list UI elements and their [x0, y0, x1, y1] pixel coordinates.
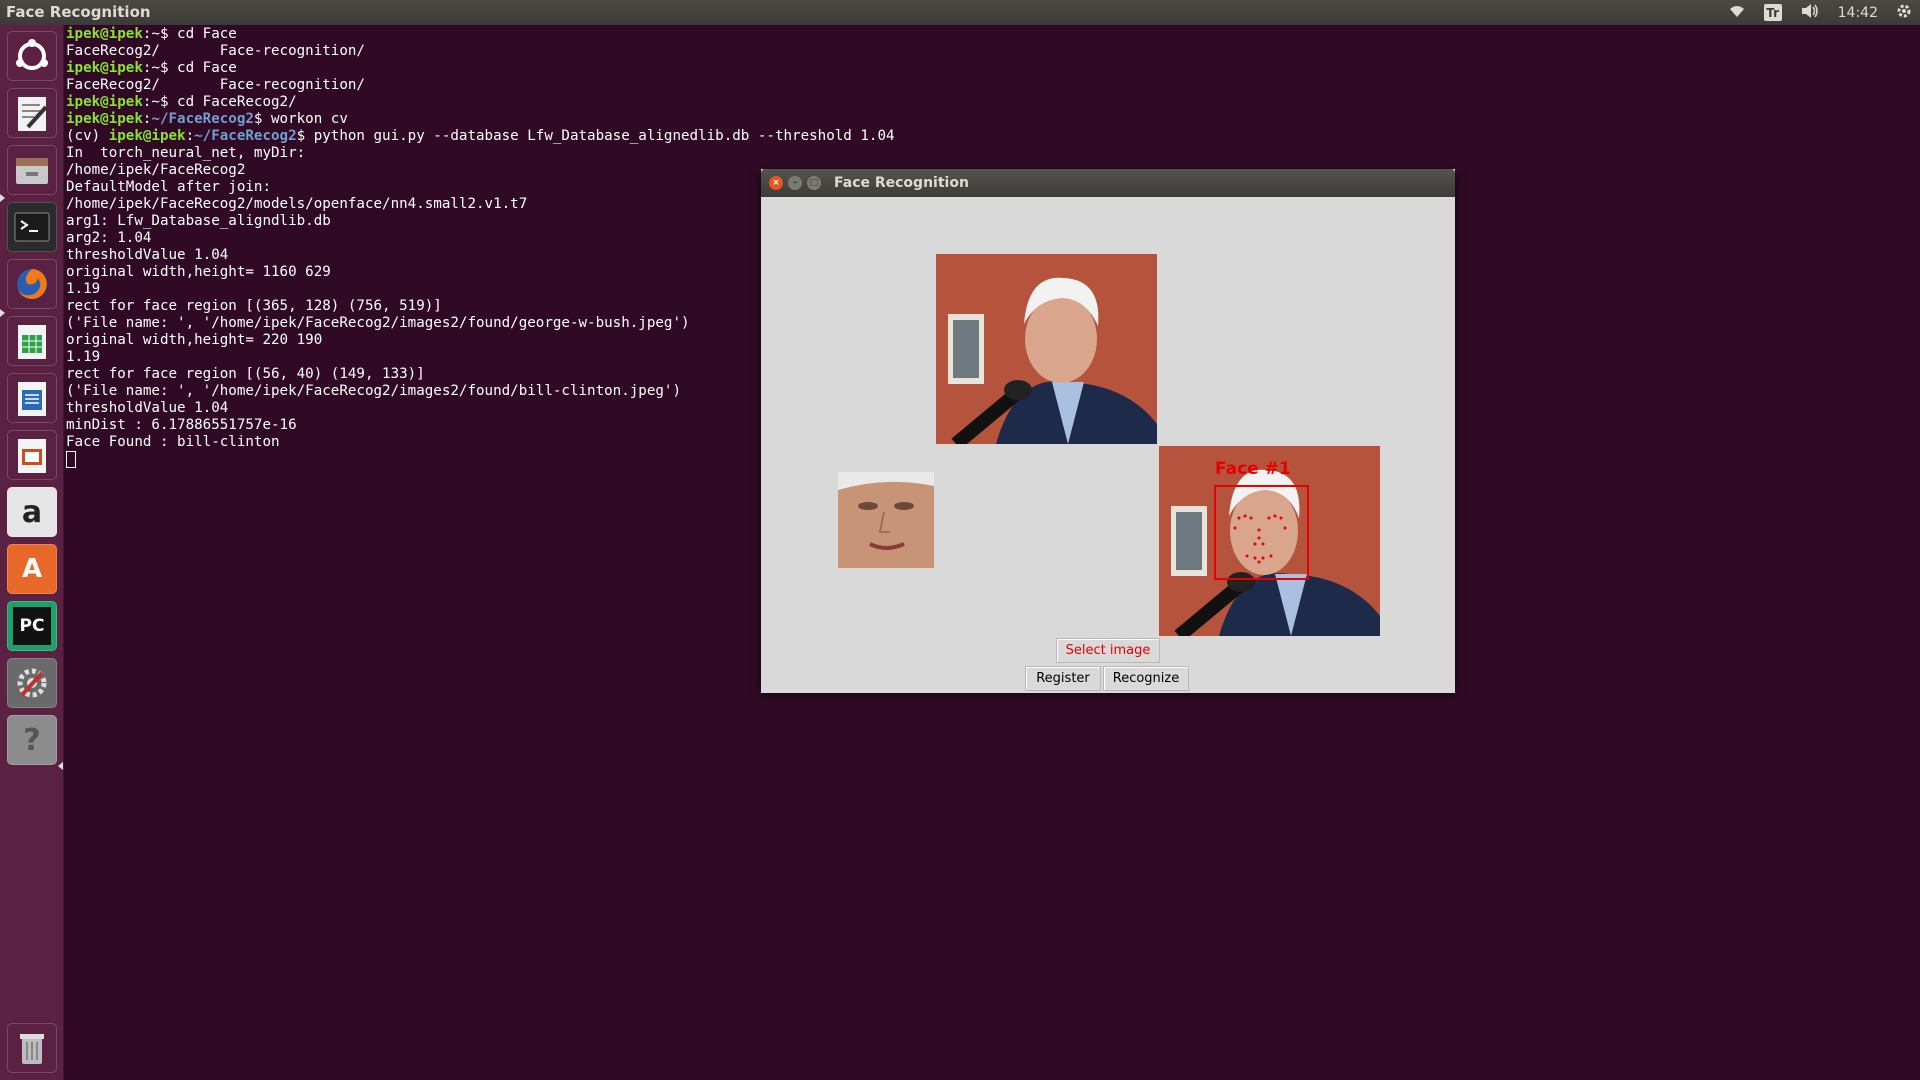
- active-app-title: Face Recognition: [6, 3, 151, 21]
- recognize-button[interactable]: Recognize: [1103, 666, 1189, 691]
- running-indicator: [0, 309, 5, 317]
- wifi-icon[interactable]: [1728, 4, 1746, 22]
- terminal-text: original width,height= 1160 629: [66, 264, 331, 280]
- terminal-text: DefaultModel after join:: [66, 179, 271, 195]
- volume-icon[interactable]: [1800, 3, 1820, 23]
- terminal-text: ipek@ipek: [66, 26, 143, 42]
- maximize-icon[interactable]: □: [807, 176, 821, 190]
- terminal-line: ipek@ipek:~$ cd Face: [66, 26, 1920, 43]
- terminal-line: ipek@ipek:~$ cd Face: [66, 60, 1920, 77]
- terminal-line: In torch_neural_net, myDir:: [66, 145, 1920, 162]
- launcher: a A PC ?: [0, 25, 64, 1080]
- help-icon[interactable]: ?: [7, 715, 57, 765]
- amazon-icon[interactable]: a: [7, 487, 57, 537]
- terminal-line: FaceRecog2/ Face-recognition/: [66, 43, 1920, 60]
- terminal-text: FaceRecog2/ Face-recognition/: [66, 43, 365, 59]
- active-indicator: [0, 194, 5, 202]
- software-center-icon[interactable]: A: [7, 544, 57, 594]
- terminal-text: ('File name: ', '/home/ipek/FaceRecog2/i…: [66, 315, 690, 331]
- calc-icon[interactable]: [7, 316, 57, 366]
- writer-icon[interactable]: [7, 373, 57, 423]
- window-title: Face Recognition: [834, 175, 969, 191]
- clock[interactable]: 14:42: [1838, 5, 1878, 21]
- files-icon[interactable]: [7, 145, 57, 195]
- terminal-text: arg1: Lfw_Database_aligndlib.db: [66, 213, 331, 229]
- keyboard-layout-indicator[interactable]: Tr: [1763, 4, 1782, 21]
- indicator-area: Tr 14:42: [1728, 0, 1912, 25]
- terminal-text: ~/FaceRecog2: [151, 111, 254, 127]
- terminal-text: 1.19: [66, 349, 101, 365]
- terminal-text: (cv): [66, 128, 109, 144]
- annotated-photo: Face #1: [1159, 446, 1380, 636]
- terminal-text: 1.19: [66, 281, 101, 297]
- minimize-icon[interactable]: –: [788, 176, 802, 190]
- pycharm-icon[interactable]: PC: [7, 601, 57, 651]
- impress-icon[interactable]: [7, 430, 57, 480]
- firefox-icon[interactable]: [7, 259, 57, 309]
- terminal-cursor: [66, 451, 76, 468]
- terminal-text: thresholdValue 1.04: [66, 247, 229, 263]
- terminal-text: arg2: 1.04: [66, 230, 152, 246]
- terminal-text: :: [185, 128, 195, 144]
- aligned-face-photo: [838, 472, 934, 568]
- terminal-line: ipek@ipek:~$ cd FaceRecog2/: [66, 94, 1920, 111]
- terminal-text: Face Found : bill-clinton: [66, 434, 280, 450]
- terminal-text: rect for face region [(56, 40) (149, 133…: [66, 366, 425, 382]
- launcher-scroll-indicator: [58, 762, 63, 770]
- top-panel: Face Recognition Tr 14:42: [0, 0, 1920, 25]
- ubuntu-dash-icon[interactable]: [7, 31, 57, 81]
- input-photo: [936, 254, 1157, 444]
- text-editor-icon[interactable]: [7, 88, 57, 138]
- close-icon[interactable]: ×: [769, 176, 783, 190]
- terminal-text: :~$ cd Face: [142, 60, 237, 76]
- terminal-text: ('File name: ', '/home/ipek/FaceRecog2/i…: [66, 383, 681, 399]
- terminal-line: FaceRecog2/ Face-recognition/: [66, 77, 1920, 94]
- register-button[interactable]: Register: [1025, 666, 1101, 691]
- terminal-text: $ workon cv: [253, 111, 348, 127]
- select-image-button[interactable]: Select image: [1056, 638, 1160, 663]
- terminal-icon[interactable]: [7, 202, 57, 252]
- face-recognition-window: × – □ Face Recognition Face #1 Select im…: [761, 169, 1455, 693]
- terminal-text: In torch_neural_net, myDir:: [66, 145, 306, 161]
- terminal-line: ipek@ipek:~/FaceRecog2$ workon cv: [66, 111, 1920, 128]
- terminal-text: ~/FaceRecog2: [194, 128, 297, 144]
- settings-icon[interactable]: [7, 658, 57, 708]
- terminal-text: minDist : 6.17886551757e-16: [66, 417, 297, 433]
- trash-icon[interactable]: [7, 1023, 57, 1073]
- terminal-text: ipek@ipek: [108, 128, 186, 144]
- terminal-text: FaceRecog2/ Face-recognition/: [66, 77, 365, 93]
- terminal-text: :~$ cd FaceRecog2/: [142, 94, 297, 110]
- terminal-line: (cv) ipek@ipek:~/FaceRecog2$ python gui.…: [66, 128, 1920, 145]
- terminal-text: ipek@ipek: [66, 111, 143, 127]
- terminal-text: $ python gui.py --database Lfw_Database_…: [296, 128, 895, 144]
- face-label: Face #1: [1215, 459, 1291, 479]
- terminal-text: original width,height= 220 190: [66, 332, 323, 348]
- terminal-text: /home/ipek/FaceRecog2: [66, 162, 246, 178]
- pycharm-glyph: PC: [13, 607, 51, 645]
- window-titlebar[interactable]: × – □ Face Recognition: [761, 169, 1455, 197]
- terminal-text: ipek@ipek: [66, 60, 143, 76]
- gear-icon[interactable]: [1896, 3, 1912, 23]
- terminal-text: :~$ cd Face: [142, 26, 237, 42]
- terminal-text: thresholdValue 1.04: [66, 400, 229, 416]
- terminal-text: ipek@ipek: [66, 94, 143, 110]
- terminal-text: rect for face region [(365, 128) (756, 5…: [66, 298, 442, 314]
- terminal-text: /home/ipek/FaceRecog2/models/openface/nn…: [66, 196, 528, 212]
